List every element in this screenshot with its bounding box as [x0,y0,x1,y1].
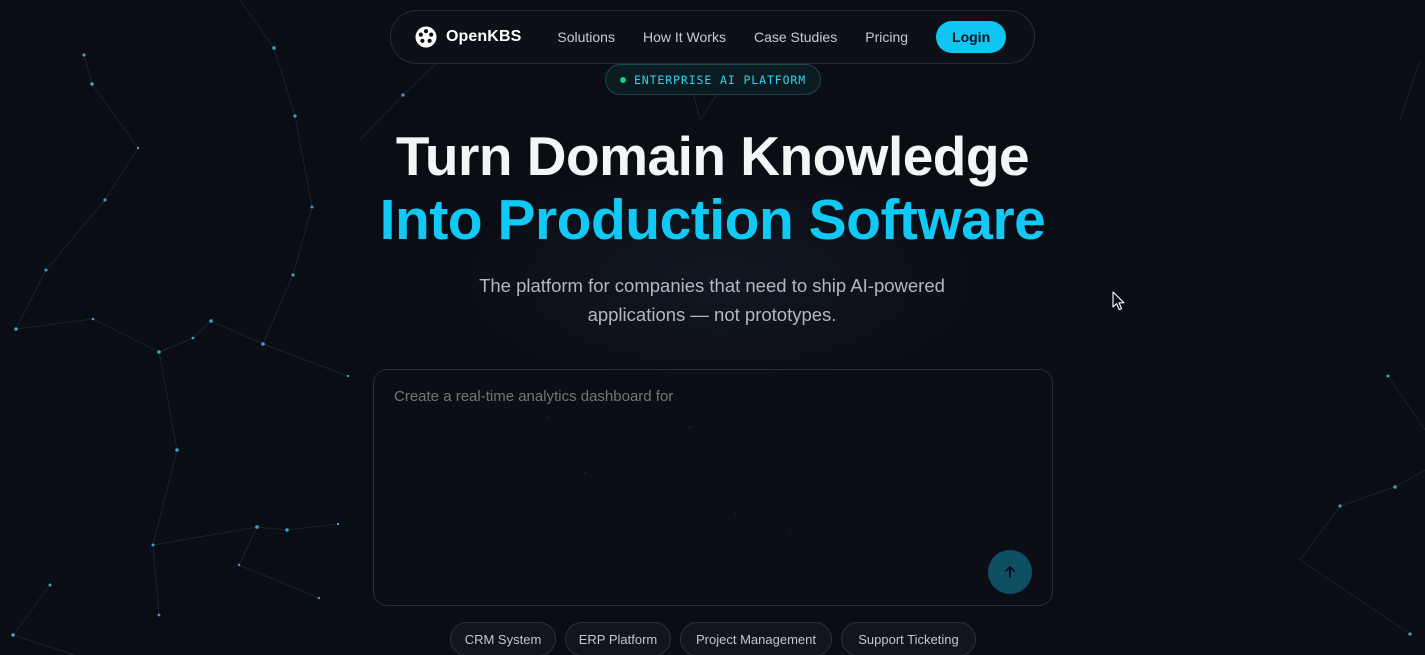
send-button[interactable] [988,550,1032,594]
login-button[interactable]: Login [936,21,1007,53]
status-dot-icon [619,76,626,83]
prompt-box [373,369,1053,606]
chip-erp-platform[interactable]: ERP Platform [565,622,671,655]
platform-badge: ENTERPRISE AI PLATFORM [605,64,821,95]
subtitle-line-2: applications — not prototypes. [587,304,837,325]
nav-link-pricing[interactable]: Pricing [865,29,908,45]
headline-line-2: Into Production Software [379,188,1046,252]
chip-crm-system[interactable]: CRM System [450,622,556,655]
nav-link-solutions[interactable]: Solutions [557,29,615,45]
brand[interactable]: OpenKBS [415,26,521,48]
mouse-pointer-icon [1112,291,1125,311]
prompt-input[interactable] [394,388,994,405]
nav-link-how-it-works[interactable]: How It Works [643,29,726,45]
top-nav: OpenKBS Solutions How It Works Case Stud… [390,10,1035,64]
nav-links: Solutions How It Works Case Studies Pric… [557,29,908,45]
chip-support-ticketing[interactable]: Support Ticketing [841,622,976,655]
brand-name: OpenKBS [446,28,522,45]
hero-headline: Turn Domain Knowledge Into Production So… [0,124,1425,252]
suggestion-chips: CRM System ERP Platform Project Manageme… [0,622,1425,655]
subtitle-line-1: The platform for companies that need to … [479,275,945,296]
badge-label: ENTERPRISE AI PLATFORM [633,72,807,87]
hero-subtitle: The platform for companies that need to … [412,271,1012,329]
nav-link-case-studies[interactable]: Case Studies [754,29,837,45]
headline-line-1: Turn Domain Knowledge [395,125,1030,187]
arrow-up-icon [1005,566,1015,578]
chip-project-management[interactable]: Project Management [680,622,832,655]
page: OpenKBS Solutions How It Works Case Stud… [0,0,1425,655]
openkbs-logo-icon [415,26,437,48]
